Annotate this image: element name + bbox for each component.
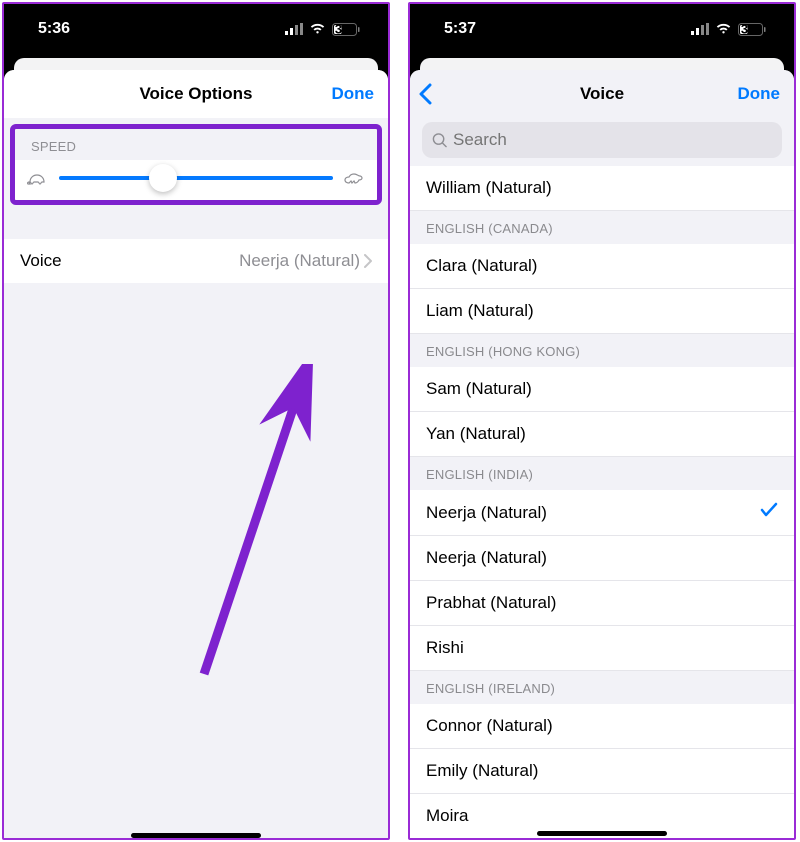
voice-option-label: Emily (Natural) [426,761,538,781]
voice-list: William (Natural) ENGLISH (CANADA) Clara (… [410,166,794,838]
status-bar: 5:36 33 [4,4,388,54]
back-button[interactable] [418,83,432,105]
hare-icon [343,170,365,186]
status-time: 5:37 [444,20,476,38]
phone-right: 5:37 33 Voice Done [408,2,796,840]
content: SPEED Voice Nee [4,124,388,838]
voice-option[interactable]: Yan (Natural) [410,412,794,457]
voice-option-label: Liam (Natural) [426,301,534,321]
voice-row-label: Voice [20,251,62,271]
nav-bar: Voice Done [410,70,794,118]
voice-option[interactable]: William (Natural) [410,166,794,211]
voice-option[interactable]: Connor (Natural) [410,704,794,749]
voice-option-label: Neerja (Natural) [426,503,547,523]
tortoise-icon [27,170,49,186]
group-header: ENGLISH (CANADA) [410,211,794,244]
voice-option[interactable]: Rishi [410,626,794,671]
voice-option-label: William (Natural) [426,178,552,198]
voice-option[interactable]: Emily (Natural) [410,749,794,794]
voice-option[interactable]: Liam (Natural) [410,289,794,334]
chevron-left-icon [418,83,432,105]
nav-title: Voice [580,84,624,104]
nav-title: Voice Options [139,84,252,104]
voice-option[interactable]: Sam (Natural) [410,367,794,412]
group-header: ENGLISH (INDIA) [410,457,794,490]
voice-row[interactable]: Voice Neerja (Natural) [4,239,388,283]
sheet: Voice Done William (Natural) ENGLISH (CAN… [410,70,794,838]
home-indicator [131,833,261,838]
voice-option[interactable]: Neerja (Natural) [410,490,794,536]
group-header: ENGLISH (HONG KONG) [410,334,794,367]
voice-option-label: Moira [426,806,469,826]
wifi-icon [715,23,732,35]
checkmark-icon [760,502,778,523]
speed-header: SPEED [15,131,377,160]
home-indicator [537,831,667,836]
battery-icon: 33 [332,23,360,36]
search-icon [432,132,447,148]
speed-control [15,160,377,200]
cellular-icon [285,23,303,35]
battery-percent: 33 [741,22,755,37]
voice-option-label: Yan (Natural) [426,424,526,444]
voice-option-label: Prabhat (Natural) [426,593,556,613]
voice-option[interactable]: Clara (Natural) [410,244,794,289]
voice-row-value: Neerja (Natural) [239,251,372,271]
status-right: 33 [285,23,360,36]
search-bar[interactable] [422,122,782,158]
slider-thumb[interactable] [149,164,177,192]
voice-option-label: Rishi [426,638,464,658]
wifi-icon [309,23,326,35]
voice-option[interactable]: Neerja (Natural) [410,536,794,581]
phone-left: 5:36 33 Voice Options Done SPEED [2,2,390,840]
status-bar: 5:37 33 [410,4,794,54]
speed-section-highlight: SPEED [10,124,382,205]
status-right: 33 [691,23,766,36]
group-header: ENGLISH (IRELAND) [410,671,794,704]
speed-slider[interactable] [59,176,333,180]
voice-option-label: Clara (Natural) [426,256,537,276]
voice-option-label: Neerja (Natural) [426,548,547,568]
nav-bar: Voice Options Done [4,70,388,118]
content: William (Natural) ENGLISH (CANADA) Clara (… [410,122,794,838]
done-button[interactable]: Done [738,84,781,104]
chevron-right-icon [364,254,372,268]
annotation-arrow [144,364,344,684]
sheet: Voice Options Done SPEED [4,70,388,838]
cellular-icon [691,23,709,35]
voice-option[interactable]: Prabhat (Natural) [410,581,794,626]
voice-option-label: Connor (Natural) [426,716,553,736]
battery-icon: 33 [738,23,766,36]
done-button[interactable]: Done [332,84,375,104]
battery-percent: 33 [335,22,349,37]
voice-option-label: Sam (Natural) [426,379,532,399]
status-time: 5:36 [38,20,70,38]
search-input[interactable] [453,130,772,150]
